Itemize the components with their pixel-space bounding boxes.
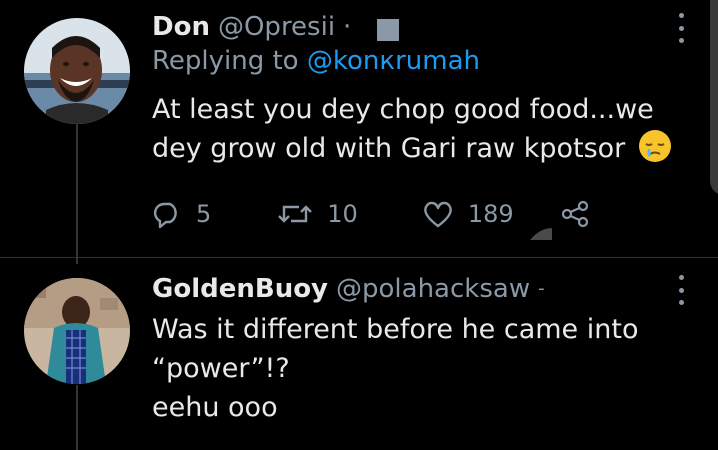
thread-connector-2 [76,385,78,450]
body-line: dey grow old with Gari raw kpotsor [152,129,678,168]
share-button[interactable] [560,199,590,229]
sleepy-face-emoji-icon [638,129,672,163]
body-line-text: dey grow old with Gari raw kpotsor [152,133,626,164]
retweet-count: 10 [327,200,358,228]
reply-count: 5 [196,200,212,228]
more-options-icon[interactable] [676,13,686,43]
verified-chevron: - [538,278,545,299]
mention-link[interactable]: @konкrumah [307,46,480,76]
retweet-button[interactable]: 10 [277,199,358,229]
replying-label: Replying to [152,46,307,76]
user-handle[interactable]: @Opresii [218,10,335,44]
retweet-icon [278,205,313,223]
tweet-header: Don @Opresii · [152,10,678,44]
share-icon [561,200,588,228]
body-line: At least you dey chop good food...we [152,94,654,125]
tweet-actions: 5 10 189 [152,196,622,232]
replying-to: Replying to @konкrumah [152,44,678,78]
tweet-don[interactable]: Don @Opresii · Replying to @konкrumah At… [152,10,678,168]
tweet-divider [0,257,718,258]
tweet-goldenbuoy[interactable]: GoldenBuoy @polahacksaw - Was it differe… [152,272,678,427]
reply-icon [153,202,177,229]
avatar-goldenbuoy[interactable] [24,278,130,384]
tweet-body: Was it different before he came into “po… [152,310,678,427]
media-badge-icon [377,19,400,41]
avatar-don[interactable] [24,18,130,124]
thread-connector [76,124,78,264]
tweet-header: GoldenBuoy @polahacksaw - [152,272,678,306]
display-name[interactable]: Don [152,10,210,44]
user-handle[interactable]: @polahacksaw [336,272,530,306]
scroll-edge [710,0,718,195]
body-line: “power”!? [152,353,290,384]
display-name[interactable]: GoldenBuoy [152,272,328,306]
body-line: eehu ooo [152,392,278,423]
separator-dot: · [343,12,352,42]
tweet-thread: Don @Opresii · Replying to @konкrumah At… [0,0,718,450]
more-options-icon[interactable] [676,275,686,305]
reply-button[interactable]: 5 [152,199,211,229]
like-button[interactable]: 189 [422,199,514,229]
like-count: 189 [467,200,514,228]
corner-mark [530,228,552,240]
tweet-body: At least you dey chop good food...we dey… [152,90,678,168]
body-line: Was it different before he came into [152,314,639,345]
heart-icon [423,201,452,228]
